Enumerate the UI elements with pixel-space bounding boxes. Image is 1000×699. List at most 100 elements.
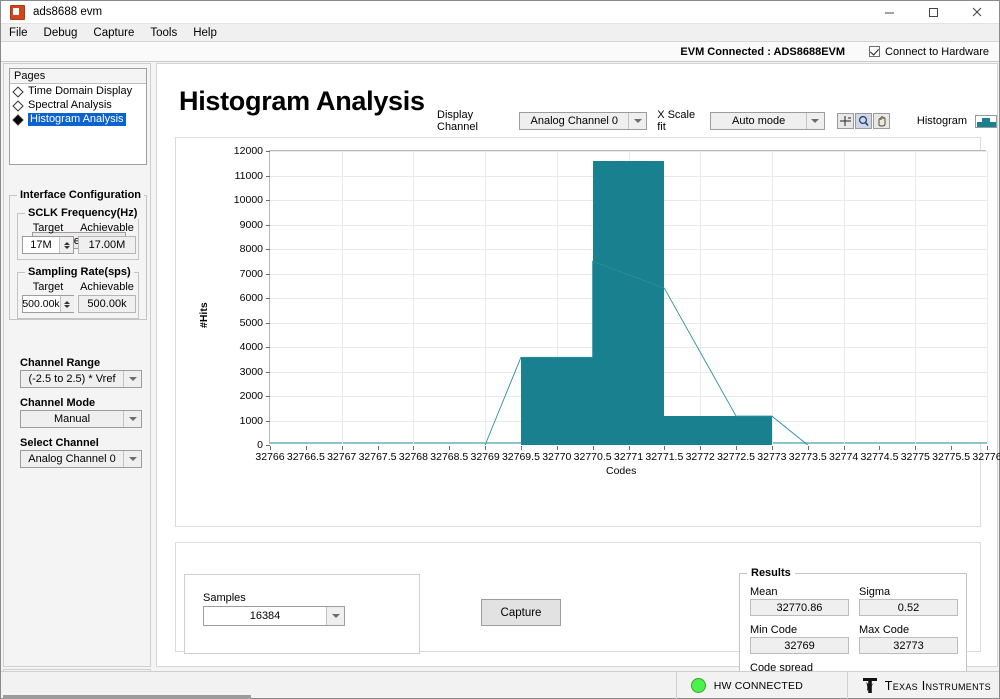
maximize-icon[interactable] xyxy=(911,1,955,24)
chevron-down-icon[interactable] xyxy=(123,451,141,467)
interface-configuration-group: Interface Configuration SCLK Frequency(H… xyxy=(9,195,147,320)
title-bar: ads8688 evm xyxy=(1,1,999,24)
menu-item-tools[interactable]: Tools xyxy=(142,26,185,40)
sampling-target-stepper[interactable] xyxy=(60,296,74,312)
chevron-down-icon[interactable] xyxy=(123,371,141,387)
ti-logo-icon xyxy=(862,677,878,694)
chevron-down-icon[interactable] xyxy=(806,113,824,129)
chevron-down-icon[interactable] xyxy=(123,411,141,427)
menu-item-file[interactable]: File xyxy=(1,26,36,40)
pan-hand-icon[interactable] xyxy=(873,113,890,129)
legend-swatch[interactable] xyxy=(975,115,997,128)
x-axis-tick xyxy=(521,446,522,450)
x-axis-tick xyxy=(951,446,952,450)
zoom-icon[interactable] xyxy=(855,113,872,129)
x-axis-tick xyxy=(915,446,916,450)
channel-range-label: Channel Range xyxy=(20,357,100,369)
channel-mode-value: Manual xyxy=(21,413,123,425)
page-title: Histogram Analysis xyxy=(179,86,425,117)
menu-item-help[interactable]: Help xyxy=(185,26,225,40)
interface-configuration-title: Interface Configuration xyxy=(17,189,144,201)
samples-select[interactable]: 16384 xyxy=(203,606,345,626)
x-axis-tick-label: 32776 xyxy=(957,451,1000,463)
sclk-target-stepper[interactable] xyxy=(59,237,73,253)
chart-tool-buttons xyxy=(837,113,891,129)
pages-header: Pages xyxy=(10,69,146,84)
channel-range-select[interactable]: (-2.5 to 2.5) * Vref xyxy=(20,370,142,388)
app-icon xyxy=(10,5,25,20)
y-axis-tick-label: 9000 xyxy=(208,219,263,231)
brand-logo: Texas Instruments xyxy=(847,672,991,699)
select-channel-select[interactable]: Analog Channel 0 xyxy=(20,450,142,468)
grid-line-vertical xyxy=(987,151,988,445)
diamond-icon xyxy=(12,100,23,111)
x-scale-fit-select[interactable]: Auto mode xyxy=(710,112,824,130)
menu-item-debug[interactable]: Debug xyxy=(36,26,86,40)
results-title: Results xyxy=(747,567,795,579)
sidebar-item-histogram-analysis[interactable]: Histogram Analysis xyxy=(10,113,146,126)
chart-plot-area[interactable]: 0100020003000400050006000700080009000100… xyxy=(269,150,986,444)
chevron-down-icon[interactable] xyxy=(326,607,344,625)
sidebar-item-spectral-analysis[interactable]: Spectral Analysis xyxy=(10,99,146,112)
sidebar-item-label: Spectral Analysis xyxy=(28,99,112,112)
sclk-frequency-group: SCLK Frequency(Hz) Target Achievable 17M… xyxy=(17,213,139,260)
sidebar-item-label: Histogram Analysis xyxy=(28,113,126,126)
x-axis-tick xyxy=(270,446,271,450)
display-channel-select[interactable]: Analog Channel 0 xyxy=(519,112,647,130)
y-axis-tick-label: 2000 xyxy=(208,390,263,402)
x-axis-tick xyxy=(736,446,737,450)
sclk-frequency-title: SCLK Frequency(Hz) xyxy=(25,207,140,219)
y-axis-tick-label: 4000 xyxy=(208,341,263,353)
x-scale-fit-label: X Scale fit xyxy=(657,109,704,133)
chart-legend: Histogram xyxy=(917,115,997,128)
min-code-label: Min Code xyxy=(750,624,797,636)
sidebar-item-time-domain-display[interactable]: Time Domain Display xyxy=(10,85,146,98)
brand-label: Texas Instruments xyxy=(885,679,991,693)
x-axis-tick xyxy=(485,446,486,450)
channel-mode-select[interactable]: Manual xyxy=(20,410,142,428)
x-axis-tick xyxy=(557,446,558,450)
x-axis-tick xyxy=(987,446,988,450)
chart-controls: Display Channel Analog Channel 0 X Scale… xyxy=(437,111,997,131)
sampling-target-label: Target xyxy=(22,281,74,293)
sigma-value: 0.52 xyxy=(859,599,958,616)
capture-button[interactable]: Capture xyxy=(481,599,561,626)
samples-label: Samples xyxy=(203,592,246,604)
checkbox-icon[interactable] xyxy=(869,46,880,57)
x-axis-tick xyxy=(808,446,809,450)
sampling-rate-group: Sampling Rate(sps) Target Achievable 500… xyxy=(17,272,139,319)
display-channel-value: Analog Channel 0 xyxy=(520,115,628,127)
y-axis-tick-label: 3000 xyxy=(208,366,263,378)
histogram-chart[interactable]: 0100020003000400050006000700080009000100… xyxy=(175,137,981,527)
horizontal-scrollbar[interactable] xyxy=(3,695,251,699)
y-axis-title: #Hits xyxy=(198,302,210,328)
close-icon[interactable] xyxy=(955,1,999,24)
min-code-value: 32769 xyxy=(750,637,849,654)
minimize-icon[interactable] xyxy=(867,1,911,24)
connect-to-hardware-label: Connect to Hardware xyxy=(885,46,989,58)
x-axis-tick xyxy=(700,446,701,450)
y-axis-tick-label: 1000 xyxy=(208,415,263,427)
x-axis-tick xyxy=(772,446,773,450)
channel-mode-label: Channel Mode xyxy=(20,397,95,409)
y-axis-tick-label: 5000 xyxy=(208,317,263,329)
status-bar: HW CONNECTED Texas Instruments xyxy=(1,671,999,698)
samples-value: 16384 xyxy=(204,610,326,622)
crosshair-cursor-icon[interactable] xyxy=(837,113,854,129)
x-scale-fit-value: Auto mode xyxy=(711,115,805,127)
y-axis-tick-label: 11000 xyxy=(208,170,263,182)
x-axis-tick xyxy=(844,446,845,450)
y-axis-tick-label: 12000 xyxy=(208,145,263,157)
max-code-label: Max Code xyxy=(859,624,909,636)
sclk-achievable-label: Achievable xyxy=(78,222,136,234)
connect-to-hardware-checkbox[interactable]: Connect to Hardware xyxy=(869,46,989,58)
chevron-down-icon[interactable] xyxy=(628,113,646,129)
sigma-label: Sigma xyxy=(859,586,890,598)
x-axis-tick xyxy=(413,446,414,450)
sclk-target-input[interactable]: 17M xyxy=(22,236,74,254)
x-axis-tick xyxy=(593,446,594,450)
channel-range-value: (-2.5 to 2.5) * Vref xyxy=(21,373,123,385)
sampling-target-input[interactable]: 500.00k xyxy=(22,295,74,313)
menu-item-capture[interactable]: Capture xyxy=(85,26,142,40)
connection-strip: EVM Connected : ADS8688EVM Connect to Ha… xyxy=(1,42,999,62)
